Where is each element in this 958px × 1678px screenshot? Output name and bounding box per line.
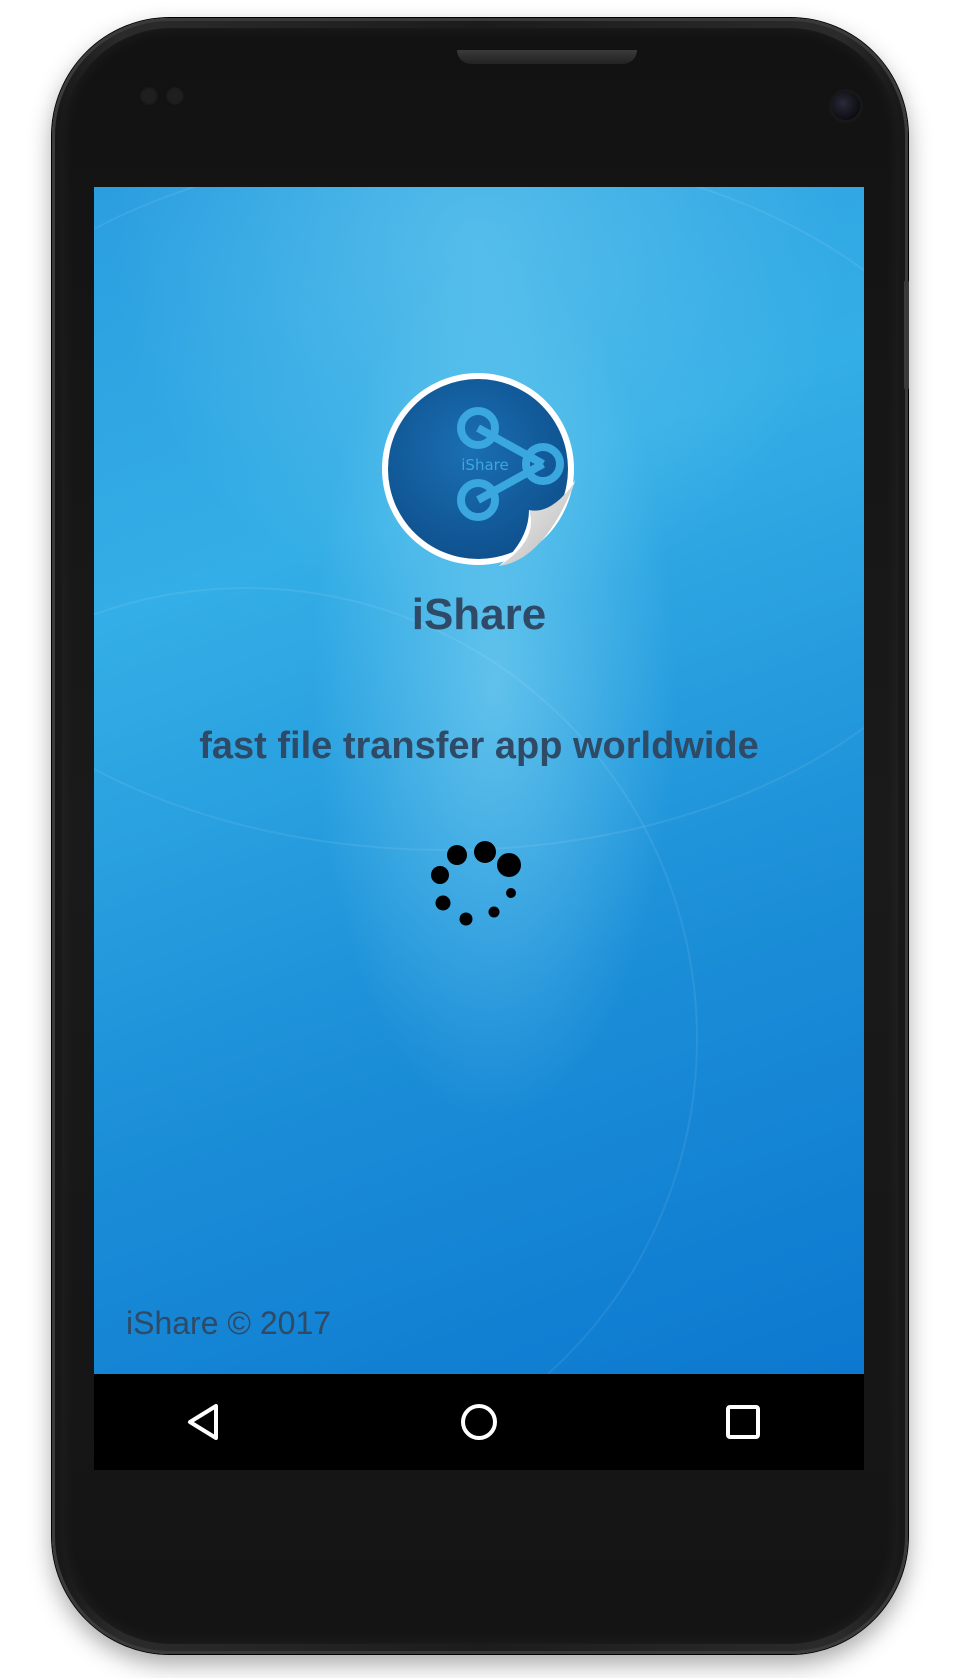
app-title: iShare xyxy=(411,590,547,639)
back-button[interactable] xyxy=(180,1396,232,1448)
power-button[interactable] xyxy=(904,280,909,390)
loading-spinner-icon xyxy=(424,838,524,938)
system-navigation-bar xyxy=(94,1374,864,1470)
home-circle-icon xyxy=(461,1404,497,1440)
recents-button[interactable] xyxy=(717,1396,769,1448)
home-button[interactable] xyxy=(453,1396,505,1448)
copyright-text: iShare © 2017 xyxy=(126,1305,332,1341)
front-camera xyxy=(832,92,860,120)
earpiece-speaker xyxy=(457,50,637,64)
proximity-sensor xyxy=(139,86,159,106)
light-sensor xyxy=(165,86,185,106)
share-sticker-icon: iShare xyxy=(382,373,575,566)
back-triangle-icon xyxy=(188,1404,218,1440)
device-frame: iShare iShare fast file transfer app wor… xyxy=(0,0,958,1678)
splash-screen: iShare iShare fast file transfer app wor… xyxy=(94,187,864,1374)
app-tagline: fast file transfer app worldwide xyxy=(199,725,759,767)
logo-wordmark: iShare xyxy=(461,456,508,474)
app-logo: iShare xyxy=(379,370,577,568)
recents-square-icon xyxy=(726,1405,760,1439)
